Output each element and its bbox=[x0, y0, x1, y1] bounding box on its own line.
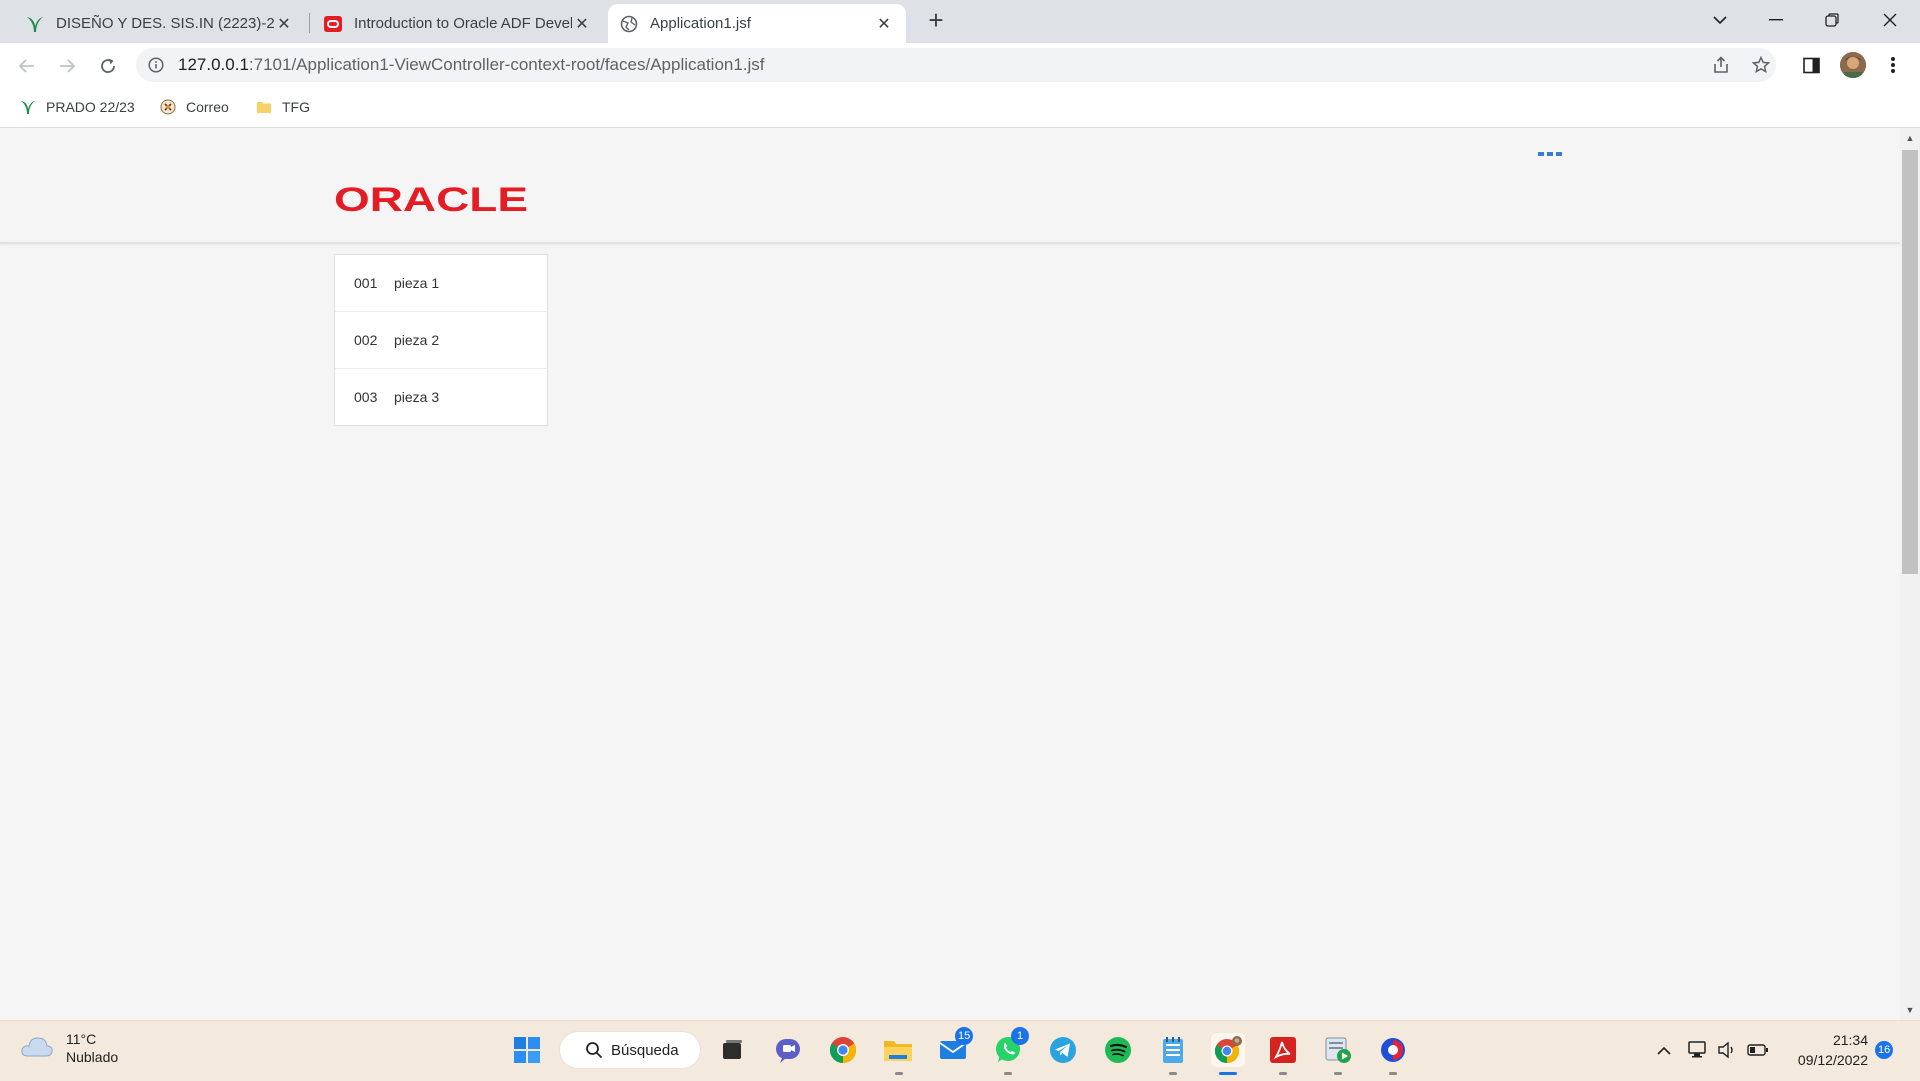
running-indicator bbox=[1334, 1072, 1342, 1075]
close-window-icon[interactable] bbox=[1862, 0, 1918, 40]
file-explorer-icon[interactable] bbox=[881, 1033, 915, 1067]
globe-icon bbox=[620, 15, 638, 33]
clock-date: 09/12/2022 bbox=[1797, 1052, 1868, 1068]
item-code: 001 bbox=[354, 275, 378, 291]
search-label: Búsqueda bbox=[611, 1041, 679, 1059]
page-header bbox=[0, 128, 1900, 244]
folder-icon bbox=[256, 99, 272, 115]
chrome-icon[interactable] bbox=[826, 1033, 860, 1067]
close-icon[interactable]: ✕ bbox=[572, 14, 592, 34]
back-arrow-icon[interactable] bbox=[11, 50, 43, 82]
scroll-down-icon[interactable]: ▼ bbox=[1900, 1002, 1920, 1018]
clock-time: 21:34 bbox=[1832, 1032, 1868, 1048]
scrollbar-thumb[interactable] bbox=[1902, 150, 1918, 574]
battery-icon[interactable] bbox=[1746, 1040, 1770, 1060]
clipchamp-icon[interactable] bbox=[1376, 1033, 1410, 1067]
running-indicator-active bbox=[1219, 1072, 1237, 1075]
cloud-icon bbox=[20, 1034, 54, 1063]
minimize-icon[interactable] bbox=[1748, 0, 1804, 40]
media-player-icon[interactable] bbox=[1321, 1033, 1355, 1067]
task-view-icon[interactable] bbox=[715, 1033, 749, 1067]
tab-title: Introduction to Oracle ADF Devel bbox=[354, 15, 572, 32]
oracle-logo-text: ORACLE bbox=[334, 184, 528, 214]
close-icon[interactable]: ✕ bbox=[874, 14, 894, 34]
weather-temp: 11°C bbox=[66, 1031, 97, 1047]
item-name: pieza 3 bbox=[394, 389, 440, 405]
bookmark-correo[interactable]: Correo bbox=[160, 96, 229, 118]
running-indicator bbox=[1389, 1072, 1397, 1075]
list-item[interactable]: 002 pieza 2 bbox=[335, 312, 547, 369]
profile-avatar[interactable] bbox=[1840, 52, 1866, 78]
acrobat-icon[interactable] bbox=[1266, 1033, 1300, 1067]
search-icon bbox=[585, 1041, 603, 1059]
scroll-up-icon[interactable]: ▲ bbox=[1900, 130, 1920, 146]
university-crest-icon bbox=[160, 99, 176, 115]
weather-widget[interactable]: 11°C Nublado bbox=[20, 1030, 118, 1066]
browser-menu-icon[interactable] bbox=[1884, 55, 1902, 75]
new-tab-button[interactable]: + bbox=[922, 5, 950, 35]
bookmark-tfg[interactable]: TFG bbox=[256, 96, 310, 118]
bookmark-label: PRADO 22/23 bbox=[46, 99, 135, 115]
notepad-icon[interactable] bbox=[1156, 1033, 1190, 1067]
list-item[interactable]: 001 pieza 1 bbox=[335, 255, 547, 312]
item-name: pieza 1 bbox=[394, 275, 440, 291]
tab-oracle-adf[interactable]: Introduction to Oracle ADF Devel ✕ bbox=[312, 4, 604, 43]
weather-desc: Nublado bbox=[66, 1049, 119, 1065]
item-code: 002 bbox=[354, 332, 378, 348]
running-indicator bbox=[1004, 1072, 1012, 1075]
tab-title: DISEÑO Y DES. SIS.IN (2223)-296 bbox=[56, 15, 274, 32]
bookmark-prado[interactable]: PRADO 22/23 bbox=[20, 96, 135, 118]
spotify-icon[interactable] bbox=[1101, 1033, 1135, 1067]
running-indicator bbox=[1279, 1072, 1287, 1075]
tab-application1[interactable]: Application1.jsf ✕ bbox=[608, 4, 906, 43]
side-panel-icon[interactable] bbox=[1803, 57, 1820, 74]
chrome-profile-icon[interactable] bbox=[1211, 1033, 1245, 1067]
telegram-icon[interactable] bbox=[1046, 1033, 1080, 1067]
restore-icon[interactable] bbox=[1804, 0, 1860, 40]
oracle-icon bbox=[324, 15, 342, 33]
url-host: 127.0.0.1 bbox=[178, 55, 249, 74]
teams-chat-icon[interactable] bbox=[771, 1033, 805, 1067]
list-item[interactable]: 003 pieza 3 bbox=[335, 369, 547, 425]
windows-start-icon[interactable] bbox=[510, 1033, 544, 1067]
taskbar-clock[interactable]: 21:34 09/12/2022 bbox=[1790, 1030, 1868, 1070]
network-icon[interactable] bbox=[1687, 1040, 1709, 1060]
bookmark-star-icon[interactable] bbox=[1751, 55, 1771, 74]
whatsapp-badge: 1 bbox=[1011, 1027, 1029, 1045]
item-code: 003 bbox=[354, 389, 378, 405]
taskbar-search[interactable]: Búsqueda bbox=[560, 1032, 700, 1068]
item-name: pieza 2 bbox=[394, 332, 440, 348]
prado-leaf-icon bbox=[26, 15, 44, 33]
reload-icon[interactable] bbox=[92, 50, 124, 82]
volume-icon[interactable] bbox=[1716, 1040, 1738, 1060]
site-info-icon[interactable] bbox=[148, 57, 164, 73]
oracle-logo: ORACLE bbox=[334, 181, 534, 219]
bookmark-label: TFG bbox=[282, 99, 310, 115]
url-path: :7101/Application1-ViewController-contex… bbox=[248, 55, 765, 74]
page-overflow-menu-icon[interactable] bbox=[1538, 150, 1562, 158]
forward-arrow-icon[interactable] bbox=[51, 50, 83, 82]
tab-search-chevron-icon[interactable] bbox=[1692, 0, 1748, 40]
close-icon[interactable]: ✕ bbox=[274, 14, 294, 34]
running-indicator bbox=[895, 1072, 903, 1075]
tab-separator bbox=[309, 13, 310, 33]
bookmark-label: Correo bbox=[186, 99, 229, 115]
pieza-list: 001 pieza 1 002 pieza 2 003 pieza 3 bbox=[334, 254, 548, 426]
chevron-up-icon[interactable] bbox=[1654, 1040, 1674, 1060]
page-body bbox=[0, 128, 1900, 1020]
tab-prado[interactable]: DISEÑO Y DES. SIS.IN (2223)-296 ✕ bbox=[14, 4, 306, 43]
tab-title: Application1.jsf bbox=[650, 15, 751, 32]
url-text[interactable]: 127.0.0.1:7101/Application1-ViewControll… bbox=[178, 55, 765, 75]
prado-leaf-icon bbox=[20, 99, 36, 115]
running-indicator bbox=[1169, 1072, 1177, 1075]
share-icon[interactable] bbox=[1712, 56, 1730, 74]
